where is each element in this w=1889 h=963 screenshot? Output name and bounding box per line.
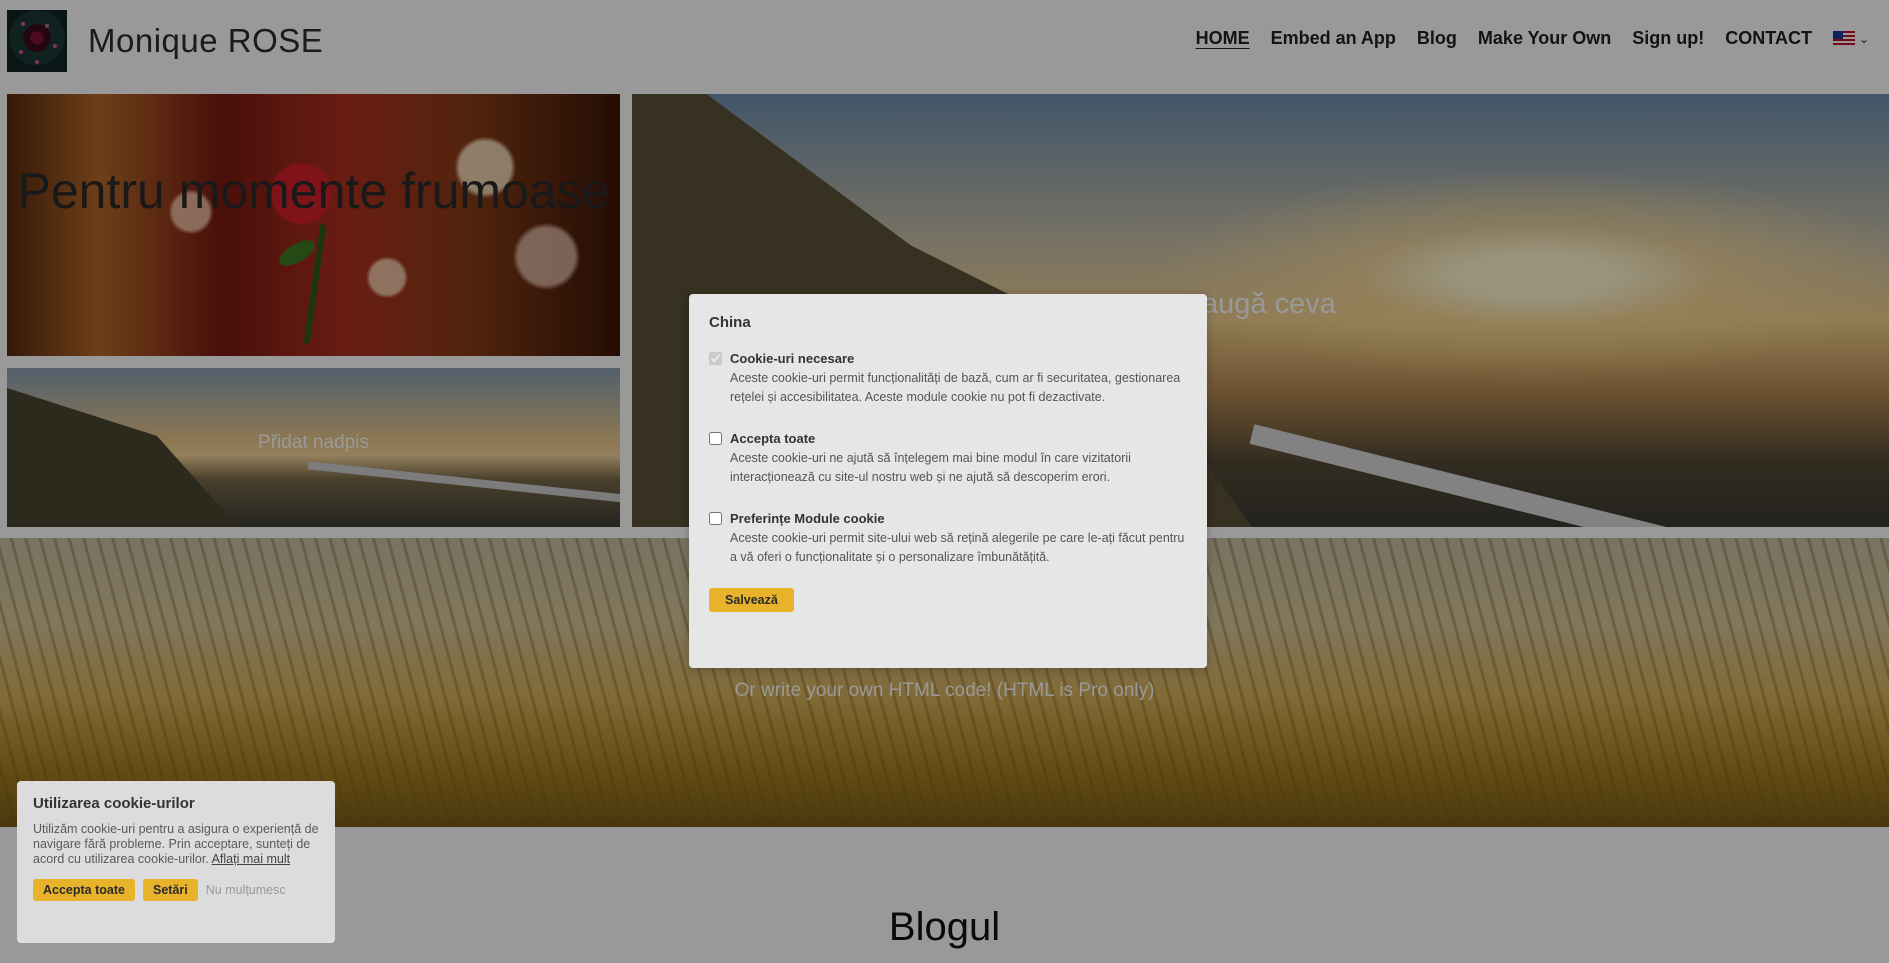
cookie-option-name: Cookie-uri necesare xyxy=(730,351,855,366)
cookie-option-necessary: Cookie-uri necesare Aceste cookie-uri pe… xyxy=(709,351,1187,407)
cookie-consent-bar: Utilizarea cookie-urilor Utilizăm cookie… xyxy=(17,781,335,943)
cookie-settings-button[interactable]: Setări xyxy=(142,879,198,901)
cookie-learn-more-link[interactable]: Aflați mai mult xyxy=(212,852,291,866)
necessary-cookies-checkbox[interactable] xyxy=(709,352,722,365)
cookie-accept-all-button[interactable]: Accepta toate xyxy=(33,879,135,901)
accept-all-cookies-checkbox[interactable] xyxy=(709,432,722,445)
cookie-bar-actions: Accepta toate Setări Nu mulțumesc xyxy=(33,879,319,901)
cookie-bar-title: Utilizarea cookie-urilor xyxy=(33,795,195,812)
cookie-option-preferences: Preferințe Module cookie Aceste cookie-u… xyxy=(709,511,1187,567)
page: Monique ROSE HOME Embed an App Blog Make… xyxy=(0,0,1889,963)
cookie-option-name: Preferințe Module cookie xyxy=(730,511,885,526)
save-button[interactable]: Salvează xyxy=(709,588,794,612)
preferences-cookies-checkbox[interactable] xyxy=(709,512,722,525)
cookie-option-desc: Aceste cookie-uri ne ajută să înțelegem … xyxy=(730,451,1131,484)
cookie-bar-text: Utilizăm cookie-uri pentru a asigura o e… xyxy=(33,822,319,866)
cookie-option-desc: Aceste cookie-uri permit funcționalități… xyxy=(730,371,1181,404)
cookie-option-desc: Aceste cookie-uri permit site-ului web s… xyxy=(730,531,1185,564)
cookie-settings-modal: China Cookie-uri necesare Aceste cookie-… xyxy=(689,294,1207,668)
cookie-option-name: Accepta toate xyxy=(730,431,816,446)
cookie-option-accept-all: Accepta toate Aceste cookie-uri ne ajută… xyxy=(709,431,1187,487)
modal-title: China xyxy=(709,314,751,331)
cookie-decline-link[interactable]: Nu mulțumesc xyxy=(206,883,286,897)
